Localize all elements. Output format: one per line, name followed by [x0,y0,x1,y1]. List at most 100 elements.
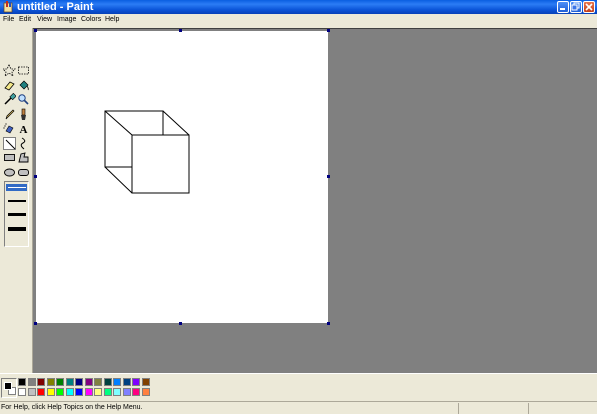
curve-tool[interactable] [17,137,30,150]
canvas-workspace[interactable] [33,28,597,373]
menu-image[interactable]: Image [57,14,76,26]
foreground-color [4,382,12,390]
status-selection-size [528,403,596,414]
palette-swatch[interactable] [56,388,64,396]
rectangle-icon [4,154,15,161]
palette-swatch[interactable] [27,378,36,386]
airbrush-icon [3,123,14,134]
paint-window: untitled - Paint File Edit View Image Co… [0,0,597,414]
line-width-1[interactable] [8,187,26,188]
magnifier-tool[interactable] [17,93,30,106]
menu-help[interactable]: Help [105,14,119,26]
canvas-handle-top-left [34,29,37,32]
restore-button[interactable] [570,1,582,13]
palette-swatch[interactable] [18,388,26,396]
pencil-icon [5,109,15,120]
svg-text:A: A [20,124,28,135]
menu-colors[interactable]: Colors [81,14,101,26]
palette-swatch[interactable] [65,378,74,386]
palette-swatch[interactable] [141,388,150,396]
toolbox: A [0,28,33,373]
fill-with-color-tool[interactable] [17,79,30,92]
status-cursor-position [458,403,528,414]
menu-file[interactable]: File [3,14,14,26]
canvas-handle-bottom[interactable] [179,322,182,325]
cube-edge-top-left [104,110,133,136]
menu-edit[interactable]: Edit [19,14,31,26]
drawing-canvas[interactable] [36,31,328,323]
color-palette [0,373,597,401]
eraser-icon [4,81,15,91]
minimize-button[interactable] [557,1,569,13]
line-width-2[interactable] [8,200,26,202]
palette-swatch[interactable] [103,378,112,386]
ellipse-tool[interactable] [3,166,16,179]
rounded-rectangle-icon [18,169,29,176]
canvas-handle-bottom-left [34,322,37,325]
free-form-select-tool[interactable] [3,64,16,77]
cube-edge-top-right [162,110,190,136]
polygon-tool[interactable] [17,151,30,164]
airbrush-tool[interactable] [3,122,16,135]
current-colors[interactable] [1,378,17,398]
palette-swatch[interactable] [37,378,45,386]
palette-swatch[interactable] [56,378,64,386]
line-width-3[interactable] [8,213,26,216]
magnifier-icon [18,94,29,105]
palette-swatch[interactable] [84,388,93,396]
pencil-tool[interactable] [3,108,16,121]
brush-tool[interactable] [17,108,30,121]
select-icon [18,66,29,75]
minimize-icon [560,8,565,10]
canvas-handle-top [179,29,182,32]
text-tool[interactable]: A [17,122,30,135]
palette-swatch[interactable] [46,388,55,396]
text-icon: A [20,124,28,135]
paint-app-icon[interactable] [3,1,14,13]
cube-front-face [131,134,190,194]
palette-swatch[interactable] [65,388,74,396]
polygon-icon [18,152,29,163]
pick-color-icon [4,93,16,105]
fill-with-color-icon [19,80,29,91]
rounded-rectangle-tool[interactable] [17,166,30,179]
close-button[interactable] [583,1,595,13]
pick-color-tool[interactable] [3,93,16,106]
close-icon [585,3,593,11]
palette-swatch[interactable] [84,378,93,386]
window-title: untitled - Paint [17,1,94,13]
palette-swatch[interactable] [122,388,131,396]
palette-swatch[interactable] [122,378,131,386]
menu-bar: File Edit View Image Colors Help [0,14,597,26]
eraser-tool[interactable] [3,79,16,92]
palette-swatch[interactable] [132,388,140,396]
menu-view[interactable]: View [37,14,52,26]
palette-swatch[interactable] [113,378,121,386]
palette-swatch[interactable] [103,388,112,396]
palette-swatch[interactable] [18,378,26,386]
line-tool[interactable] [3,137,16,150]
line-width-selector [4,181,29,247]
palette-swatch[interactable] [37,388,45,396]
palette-swatch[interactable] [113,388,121,396]
palette-swatch[interactable] [75,388,83,396]
restore-icon [571,2,580,11]
ellipse-icon [4,168,15,177]
palette-swatch[interactable] [46,378,55,386]
brush-icon [21,108,26,120]
free-form-select-icon [3,64,16,77]
palette-swatch[interactable] [132,378,140,386]
rectangle-tool[interactable] [3,151,16,164]
palette-swatch[interactable] [75,378,83,386]
canvas-handle-left [34,175,37,178]
title-bar[interactable]: untitled - Paint [0,0,597,14]
status-bar: For Help, click Help Topics on the Help … [0,401,597,414]
canvas-handle-bottom-right[interactable] [327,322,330,325]
canvas-handle-right[interactable] [327,175,330,178]
line-width-4[interactable] [8,227,26,231]
palette-swatch[interactable] [94,378,102,386]
palette-swatch[interactable] [141,378,150,386]
select-tool[interactable] [17,64,30,77]
palette-swatch[interactable] [27,388,36,396]
palette-swatch[interactable] [94,388,102,396]
